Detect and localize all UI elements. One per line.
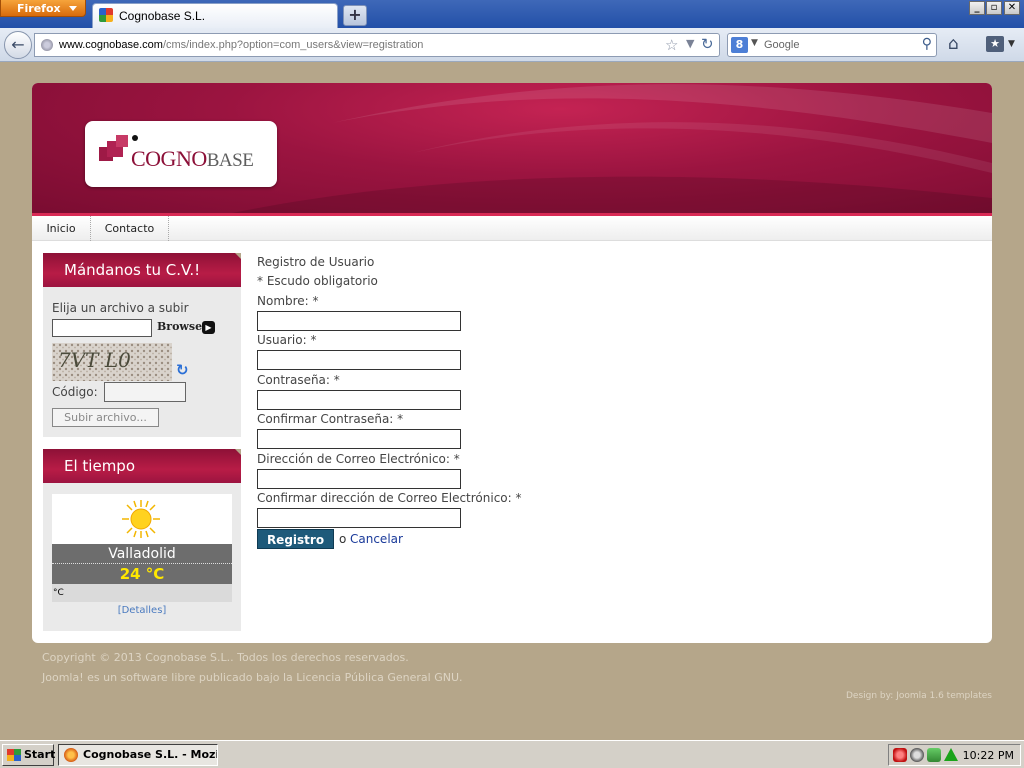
code-input[interactable] — [104, 382, 186, 402]
bookmark-star-icon[interactable]: ☆ — [665, 36, 678, 54]
captcha-image: 7VT L0 — [52, 343, 172, 381]
required-note: * Escudo obligatorio — [257, 274, 378, 288]
name-field[interactable] — [257, 311, 461, 331]
taskbar-item-label: Cognobase S.L. - Mozi... — [83, 748, 218, 761]
main-menu: Inicio Contacto — [32, 216, 992, 241]
navigation-toolbar: ← www.cognobase.com/cms/index.php?option… — [0, 28, 1024, 62]
cv-module: Mándanos tu C.V.! Elija un archivo a sub… — [43, 253, 241, 437]
password-label: Contraseña: * — [257, 373, 340, 387]
globe-icon — [41, 39, 53, 51]
register-button[interactable]: Registro — [257, 529, 334, 549]
confirm-password-field[interactable] — [257, 429, 461, 449]
url-history-dropdown-icon[interactable]: ▼ — [686, 37, 694, 50]
bookmarks-dropdown-icon[interactable]: ▼ — [1008, 39, 1015, 49]
or-text: o — [339, 532, 347, 546]
tray-app-icon[interactable] — [893, 748, 907, 762]
weather-city: Valladolid — [52, 544, 232, 564]
tab-title: Cognobase S.L. — [119, 9, 206, 23]
search-icon[interactable]: ⚲ — [922, 36, 932, 52]
search-bar[interactable]: 8 ▼ Google ⚲ — [727, 33, 937, 57]
taskbar: Start Cognobase S.L. - Mozi... 10:22 PM — [0, 740, 1024, 768]
reload-icon[interactable]: ↻ — [701, 35, 714, 53]
code-label: Código: — [52, 385, 98, 399]
file-label: Elija un archivo a subir — [52, 301, 189, 315]
weather-temperature: 24 °C — [52, 564, 232, 584]
firefox-menu-button[interactable]: Firefox — [0, 0, 86, 17]
menu-item-contacto[interactable]: Contacto — [91, 216, 169, 241]
cancel-link[interactable]: Cancelar — [350, 532, 403, 546]
logo-text: COGNOBASE — [131, 146, 254, 172]
weather-details-link[interactable]: [Detalles] — [43, 605, 241, 616]
title-bar: Firefox Cognobase S.L. + _ ▫ ✕ — [0, 0, 1024, 28]
browse-button[interactable]: Browse — [157, 320, 202, 333]
joomla-favicon-icon — [99, 8, 113, 22]
sun-icon — [122, 500, 160, 538]
play-arrow-icon[interactable]: ▶ — [202, 321, 215, 334]
weather-module-title-text: El tiempo — [64, 457, 136, 475]
close-button[interactable]: ✕ — [1004, 1, 1020, 15]
site-logo[interactable]: COGNOBASE — [85, 121, 277, 187]
captcha-text: 7VT L0 — [58, 348, 131, 372]
taskbar-item-firefox[interactable]: Cognobase S.L. - Mozi... — [58, 744, 218, 766]
browser-tab[interactable]: Cognobase S.L. — [92, 3, 338, 28]
weather-widget: Valladolid 24 °C °C — [52, 494, 232, 602]
upload-button[interactable]: Subir archivo... — [52, 408, 159, 427]
new-tab-button[interactable]: + — [343, 5, 367, 26]
tray-update-icon[interactable] — [944, 748, 958, 761]
form-title: Registro de Usuario — [257, 255, 375, 269]
confirm-email-label: Confirmar dirección de Correo Electrónic… — [257, 491, 522, 505]
tray-volume-icon[interactable] — [910, 748, 924, 762]
file-input[interactable] — [52, 319, 152, 337]
footer-design-by: Design by: Joomla 1.6 templates — [845, 691, 992, 701]
windows-logo-icon — [7, 749, 21, 761]
bookmarks-icon[interactable]: ★ — [986, 36, 1004, 52]
menu-item-inicio[interactable]: Inicio — [32, 216, 91, 241]
url-bar[interactable]: www.cognobase.com/cms/index.php?option=c… — [34, 33, 720, 57]
cv-module-title: Mándanos tu C.V.! — [43, 253, 241, 287]
back-arrow-icon: ← — [11, 35, 25, 54]
clock: 10:22 PM — [962, 749, 1014, 762]
weather-module-title: El tiempo — [43, 449, 241, 483]
logo-small-text: BASE — [206, 150, 254, 171]
engine-dropdown-icon[interactable]: ▼ — [751, 38, 758, 48]
footer-copyright: Copyright © 2013 Cognobase S.L.. Todos l… — [42, 651, 409, 664]
cv-module-title-text: Mándanos tu C.V.! — [64, 261, 201, 279]
system-tray: 10:22 PM — [888, 744, 1021, 766]
confirm-password-label: Confirmar Contraseña: * — [257, 412, 404, 426]
url-text: www.cognobase.com/cms/index.php?option=c… — [59, 39, 423, 51]
firefox-menu-label: Firefox — [17, 2, 61, 15]
password-field[interactable] — [257, 390, 461, 410]
url-path: /cms/index.php?option=com_users&view=reg… — [162, 39, 424, 51]
username-label: Usuario: * — [257, 333, 317, 347]
name-label: Nombre: * — [257, 294, 319, 308]
weather-unit: °C — [52, 584, 232, 602]
refresh-icon[interactable]: ↻ — [176, 361, 189, 379]
restore-button[interactable]: ▫ — [986, 1, 1002, 15]
chevron-down-icon — [69, 6, 77, 11]
confirm-email-field[interactable] — [257, 508, 461, 528]
back-button[interactable]: ← — [4, 31, 32, 59]
email-field[interactable] — [257, 469, 461, 489]
page-container: COGNOBASE Inicio Contacto Mándanos tu C.… — [32, 83, 992, 643]
search-placeholder: Google — [764, 39, 800, 51]
email-label: Dirección de Correo Electrónico: * — [257, 452, 460, 466]
start-button[interactable]: Start — [2, 744, 56, 766]
minimize-button[interactable]: _ — [969, 1, 985, 15]
url-domain: www.cognobase.com — [59, 39, 163, 51]
google-engine-icon[interactable]: 8 — [731, 37, 748, 53]
username-field[interactable] — [257, 350, 461, 370]
weather-module: El tiempo Valladolid 24 °C °C [Detalles] — [43, 449, 241, 631]
footer-joomla: Joomla! es un software libre publicado b… — [42, 671, 463, 684]
logo-main-text: COGNO — [131, 146, 207, 171]
tray-network-icon[interactable] — [927, 748, 941, 762]
home-icon[interactable]: ⌂ — [948, 34, 959, 54]
firefox-icon — [64, 748, 78, 762]
start-label: Start — [24, 748, 56, 761]
